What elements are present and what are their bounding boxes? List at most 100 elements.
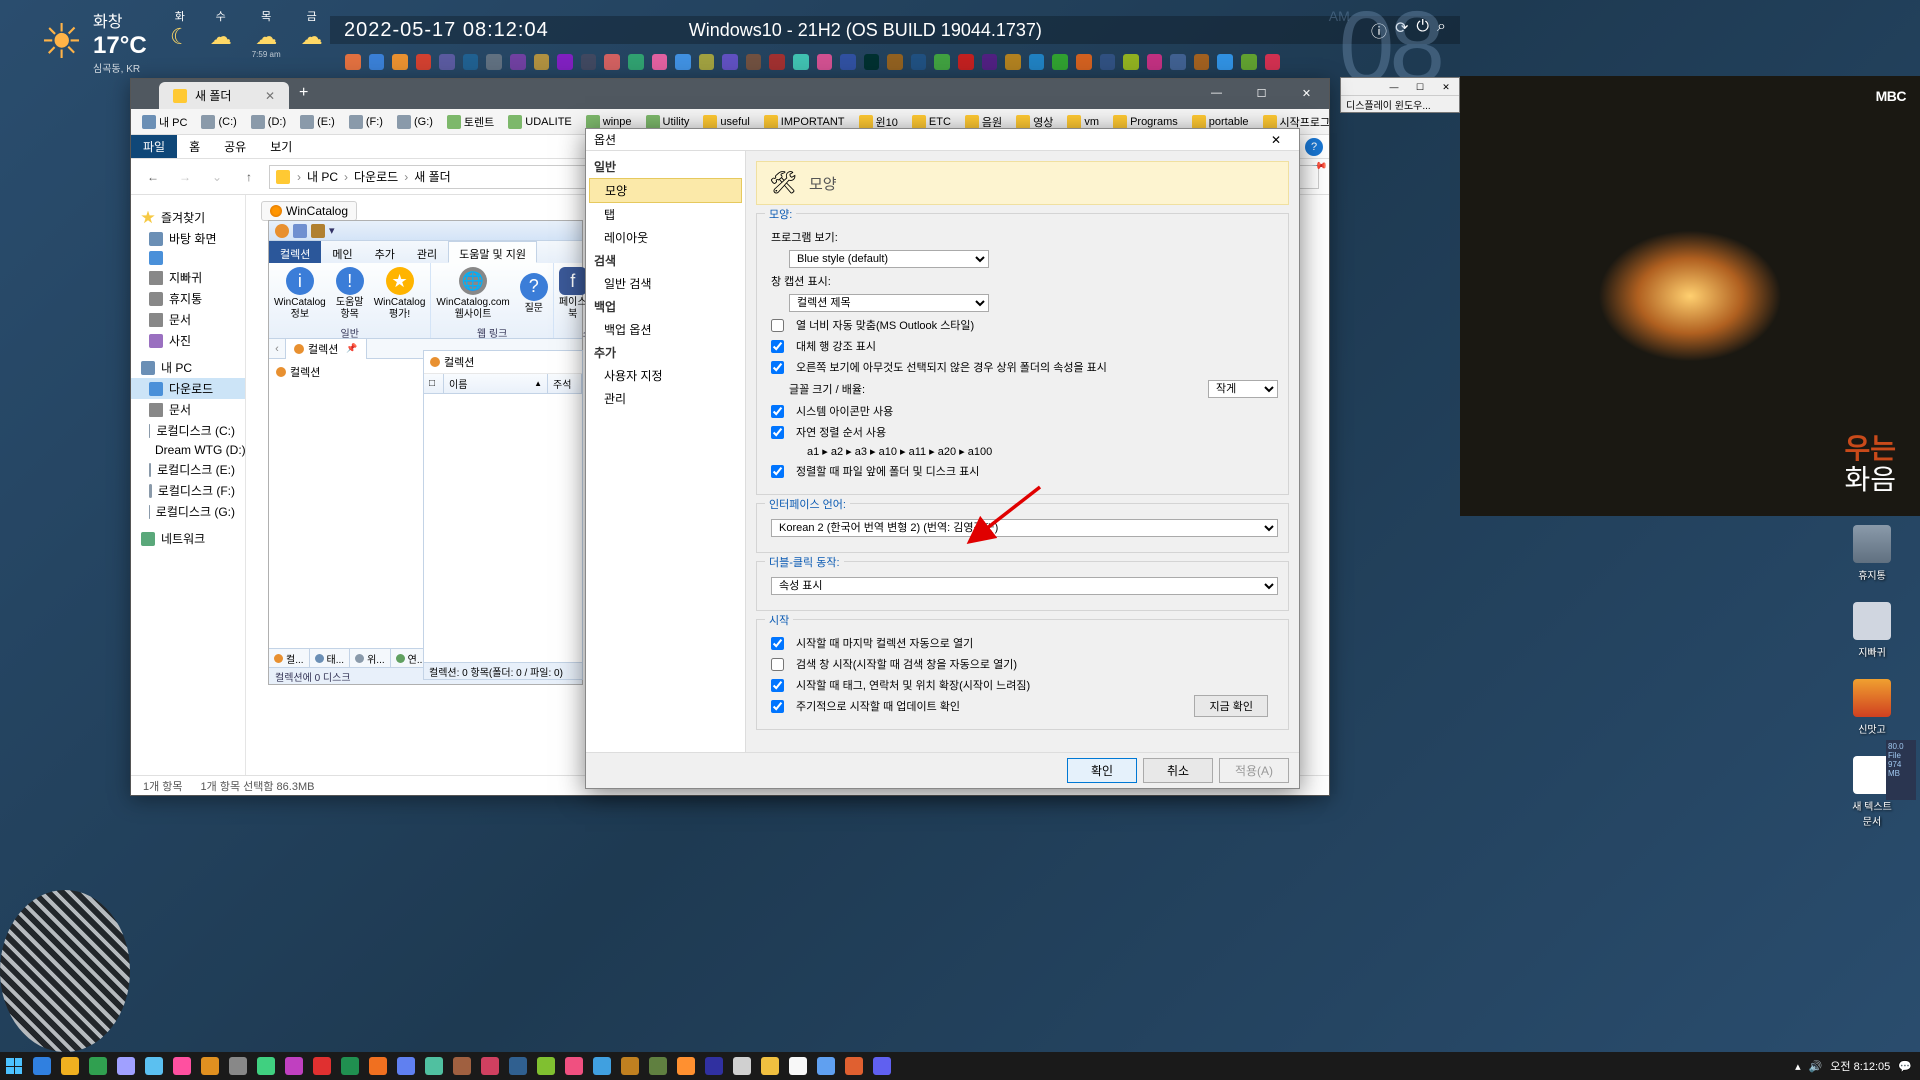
taskbar-app[interactable] <box>840 1052 868 1080</box>
sysicons-checkbox[interactable] <box>771 405 784 418</box>
ribbon-about-button[interactable]: iWinCatalog 정보 <box>269 263 331 324</box>
taskbar-app[interactable] <box>616 1052 644 1080</box>
ribbon-help-button[interactable]: !도움말 항목 <box>331 263 369 324</box>
bookmark-item[interactable]: (C:) <box>196 113 241 131</box>
taskbar-app[interactable] <box>868 1052 896 1080</box>
nav-item[interactable]: 문서 <box>131 309 245 330</box>
up-button[interactable]: ↑ <box>237 170 261 184</box>
taskbar-app[interactable] <box>140 1052 168 1080</box>
tray-icon[interactable]: 🔊 <box>1809 1060 1823 1073</box>
menu-view[interactable]: 보기 <box>258 138 304 155</box>
taskbar-app[interactable] <box>812 1052 840 1080</box>
pin-icon[interactable]: 📌 <box>346 343 357 354</box>
maximize-button[interactable]: ☐ <box>1407 78 1433 95</box>
taskbar-app[interactable] <box>196 1052 224 1080</box>
outlook-checkbox[interactable] <box>771 319 784 332</box>
doubleclick-select[interactable]: 속성 표시 <box>771 577 1278 595</box>
nav-network[interactable]: 네트워크 <box>131 528 245 549</box>
qat-dropdown-icon[interactable]: ▾ <box>329 224 343 238</box>
menu-share[interactable]: 공유 <box>212 138 258 155</box>
ribbon-tab-help[interactable]: 도움말 및 지원 <box>448 241 537 263</box>
taskbar-app[interactable] <box>224 1052 252 1080</box>
col-comment[interactable]: 주석 <box>548 374 582 393</box>
tray-overflow-icon[interactable]: ▴ <box>1795 1060 1801 1073</box>
taskbar-app[interactable] <box>112 1052 140 1080</box>
bookmark-item[interactable]: (D:) <box>246 113 291 131</box>
taskbar-app[interactable] <box>364 1052 392 1080</box>
ribbon-tab-collection[interactable]: 컬렉션 <box>269 241 321 263</box>
tab-prev-button[interactable]: ‹ <box>269 343 285 355</box>
taskbar-app[interactable] <box>700 1052 728 1080</box>
ribbon-question-button[interactable]: ?질문 <box>515 263 553 324</box>
bookmark-item[interactable]: 토렌트 <box>442 112 499 132</box>
close-button[interactable]: ✕ <box>1284 79 1329 107</box>
col-check[interactable]: □ <box>424 374 444 393</box>
nav-item-layout[interactable]: 레이아웃 <box>586 226 745 249</box>
check-now-button[interactable]: 지금 확인 <box>1194 695 1268 717</box>
nav-item[interactable]: 로컬디스크 (E:) <box>131 459 245 480</box>
nav-item[interactable]: 로컬디스크 (F:) <box>131 480 245 501</box>
nav-item[interactable]: 바탕 화면 <box>131 228 245 249</box>
taskbar-app[interactable] <box>280 1052 308 1080</box>
taskbar-app[interactable] <box>728 1052 756 1080</box>
maximize-button[interactable]: ☐ <box>1239 79 1284 107</box>
add-tab-button[interactable]: + <box>289 84 318 102</box>
ribbon-website-button[interactable]: 🌐WinCatalog.com 웹사이트 <box>431 263 514 324</box>
close-tab-icon[interactable]: ✕ <box>265 89 275 103</box>
bottom-tab[interactable]: 컬... <box>269 649 310 667</box>
taskbar-app[interactable] <box>56 1052 84 1080</box>
qat-button[interactable] <box>311 224 325 238</box>
nav-item[interactable]: 사진 <box>131 330 245 351</box>
nav-item[interactable]: 휴지통 <box>131 288 245 309</box>
close-button[interactable]: ✕ <box>1261 133 1291 147</box>
altrow-checkbox[interactable] <box>771 340 784 353</box>
taskbar-app[interactable] <box>392 1052 420 1080</box>
qat-button[interactable] <box>293 224 307 238</box>
wincatalog-file[interactable]: WinCatalog <box>261 201 357 221</box>
nav-item[interactable]: 로컬디스크 (G:) <box>131 501 245 522</box>
taskbar-app[interactable] <box>784 1052 812 1080</box>
bookmark-item[interactable]: (F:) <box>344 113 388 131</box>
minimize-button[interactable]: — <box>1381 78 1407 95</box>
col-name[interactable]: 이름▲ <box>444 374 548 393</box>
nav-item-custom[interactable]: 사용자 지정 <box>586 364 745 387</box>
shortcut-icon[interactable]: 지빠귀 <box>1853 602 1891 659</box>
ok-button[interactable]: 확인 <box>1067 758 1137 783</box>
ribbon-tab-main[interactable]: 메인 <box>321 241 363 263</box>
update-checkbox[interactable] <box>771 700 784 713</box>
taskbar-app[interactable] <box>644 1052 672 1080</box>
tray-clock[interactable]: 오전 8:12:05 <box>1830 1058 1890 1074</box>
nav-item-appearance[interactable]: 모양 <box>589 178 742 203</box>
taskbar-app[interactable] <box>28 1052 56 1080</box>
back-button[interactable]: ← <box>141 170 165 184</box>
nav-item[interactable]: Dream WTG (D:) <box>131 441 245 459</box>
ribbon-tab-add[interactable]: 추가 <box>364 241 406 263</box>
bookmark-item[interactable]: (E:) <box>295 113 340 131</box>
taskbar-app[interactable] <box>336 1052 364 1080</box>
dialog-titlebar[interactable]: 옵션 ✕ <box>586 129 1299 151</box>
fontsize-select[interactable]: 작게 <box>1208 380 1278 398</box>
nav-item[interactable] <box>131 249 245 267</box>
nav-item-search[interactable]: 일반 검색 <box>586 272 745 295</box>
taskbar-app[interactable] <box>756 1052 784 1080</box>
bottom-tab[interactable]: 위... <box>350 649 391 667</box>
nav-item-manage[interactable]: 관리 <box>586 387 745 410</box>
nav-item[interactable]: 로컬디스크 (C:) <box>131 420 245 441</box>
bookmark-item[interactable]: (G:) <box>392 113 438 131</box>
taskbar-app[interactable] <box>532 1052 560 1080</box>
nav-item-backup[interactable]: 백업 옵션 <box>586 318 745 341</box>
bottom-tab[interactable]: 태... <box>310 649 351 667</box>
ribbon-rate-button[interactable]: ★WinCatalog 평가! <box>369 263 431 324</box>
menu-home[interactable]: 홈 <box>177 138 212 155</box>
nav-item[interactable]: 문서 <box>131 399 245 420</box>
document-tab[interactable]: 컬렉션📌 <box>285 339 367 359</box>
language-select[interactable]: Korean 2 (한국어 번역 변형 2) (번역: 김영감™) <box>771 519 1278 537</box>
nav-favorites[interactable]: 즐겨찾기 <box>131 207 245 228</box>
minimize-button[interactable]: — <box>1194 79 1239 107</box>
rightprop-checkbox[interactable] <box>771 361 784 374</box>
expand-checkbox[interactable] <box>771 679 784 692</box>
notification-icon[interactable]: 💬 <box>1898 1060 1912 1073</box>
recycle-bin-icon[interactable]: 휴지통 <box>1853 525 1891 582</box>
taskbar-app[interactable] <box>560 1052 588 1080</box>
help-icon[interactable]: ? <box>1305 138 1323 156</box>
